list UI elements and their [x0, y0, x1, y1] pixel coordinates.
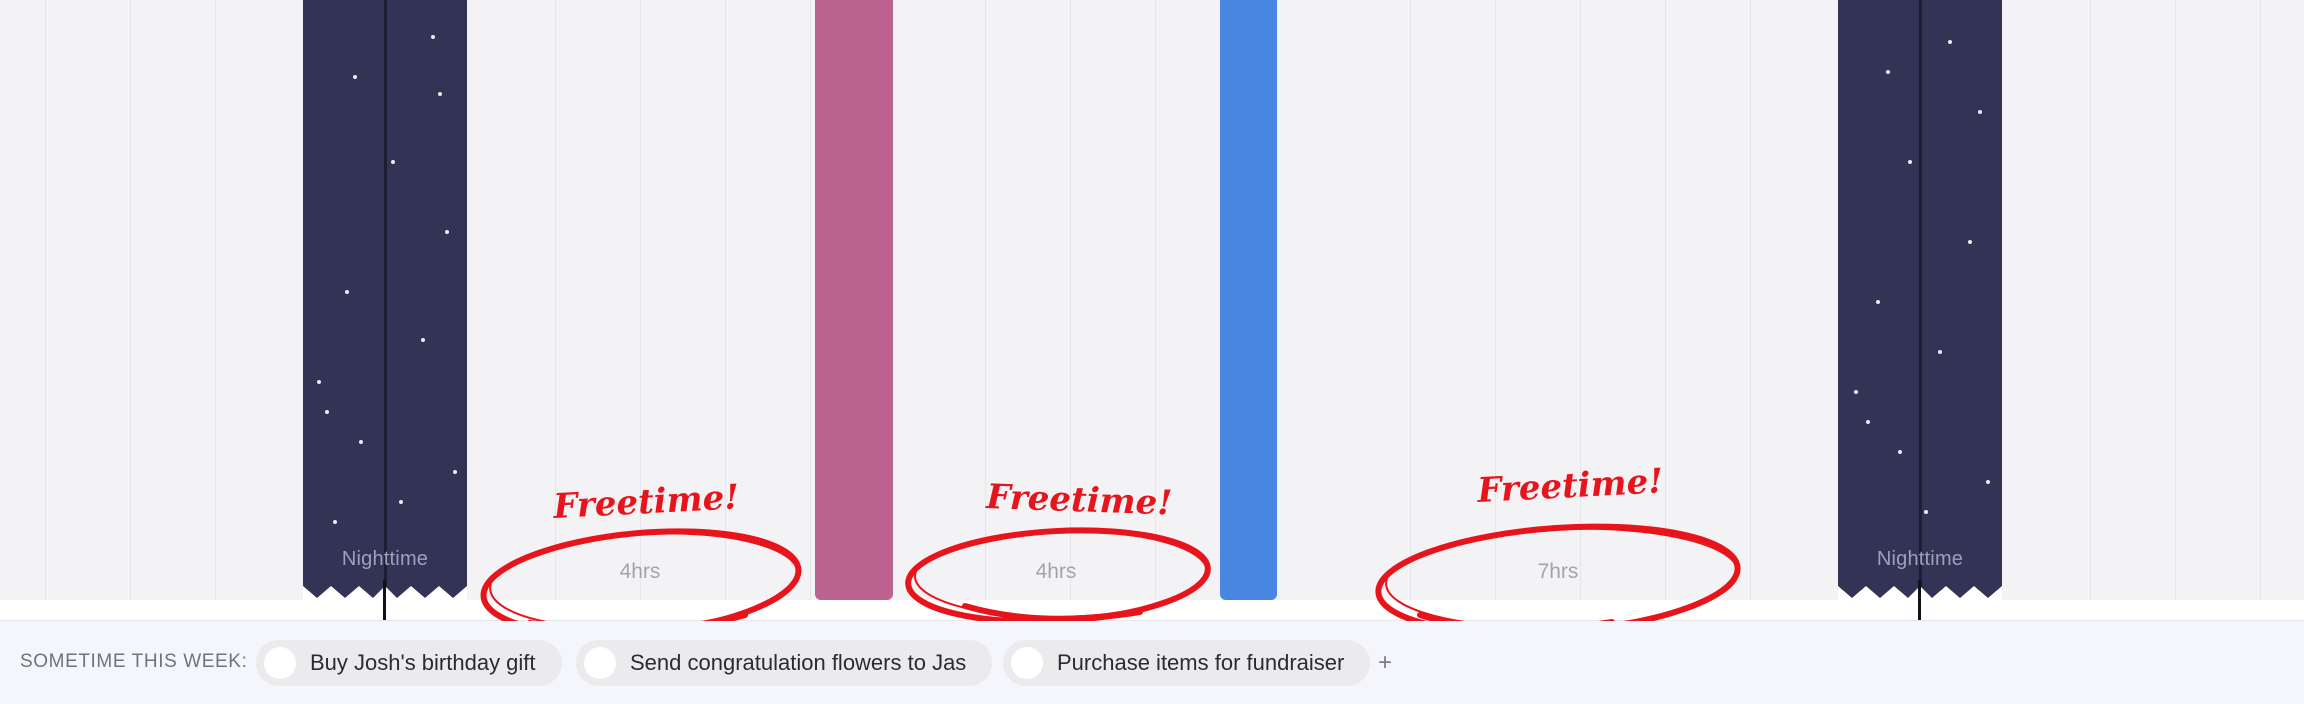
- hour-gridline: [1410, 0, 1411, 600]
- checkbox-circle-icon[interactable]: [264, 647, 296, 679]
- add-task-button[interactable]: +: [1378, 649, 1392, 677]
- sometime-title: SOMETIME THIS WEEK:: [20, 651, 248, 672]
- nighttime-block[interactable]: Nighttime: [303, 0, 467, 600]
- hour-gridline: [1155, 0, 1156, 600]
- hour-gridline: [2090, 0, 2091, 600]
- task-label: Buy Josh's birthday gift: [310, 650, 536, 675]
- task-label: Send congratulation flowers to Jas: [630, 650, 967, 675]
- hour-gridline: [555, 0, 556, 600]
- hour-gridline: [810, 0, 811, 600]
- free-time-duration: 4hrs: [619, 560, 661, 583]
- calendar-event[interactable]: [1220, 0, 1277, 600]
- hour-gridline: [1665, 0, 1666, 600]
- nighttime-label: Nighttime: [341, 548, 429, 570]
- nighttime-block[interactable]: Nighttime: [1838, 0, 2002, 600]
- day-divider: [1919, 0, 1922, 600]
- task-pill[interactable]: Send congratulation flowers to Jas: [576, 640, 993, 686]
- hour-gridline: [640, 0, 641, 600]
- hour-gridline: [1580, 0, 1581, 600]
- hour-gridline: [130, 0, 131, 600]
- day-boundary-marker: [383, 580, 386, 620]
- hour-gridline: [725, 0, 726, 600]
- hour-gridline: [2175, 0, 2176, 600]
- hour-gridline: [215, 0, 216, 600]
- hour-gridline: [45, 0, 46, 600]
- task-pill[interactable]: Buy Josh's birthday gift: [256, 640, 562, 686]
- task-label: Purchase items for fundraiser: [1057, 650, 1345, 675]
- timeline-bottom-edge: [0, 600, 2304, 621]
- checkbox-circle-icon[interactable]: [584, 647, 616, 679]
- hour-gridline: [1495, 0, 1496, 600]
- calendar-event[interactable]: [815, 0, 893, 600]
- hour-gridline: [1070, 0, 1071, 600]
- hour-gridline: [985, 0, 986, 600]
- free-time-duration: 4hrs: [1035, 560, 1077, 583]
- day-divider: [384, 0, 387, 600]
- hour-gridline: [2260, 0, 2261, 600]
- nighttime-label: Nighttime: [1876, 548, 1964, 570]
- checkbox-circle-icon[interactable]: [1011, 647, 1043, 679]
- free-time-duration: 7hrs: [1537, 560, 1579, 583]
- task-pill[interactable]: Purchase items for fundraiser: [1003, 640, 1371, 686]
- hour-gridline: [1750, 0, 1751, 600]
- week-timeline: Nighttime Nighttime 4hrs 4hrs 7hrs: [0, 0, 2304, 600]
- sometime-this-week-bar: SOMETIME THIS WEEK: Buy Josh's birthday …: [0, 621, 2304, 704]
- day-boundary-marker: [1918, 580, 1921, 620]
